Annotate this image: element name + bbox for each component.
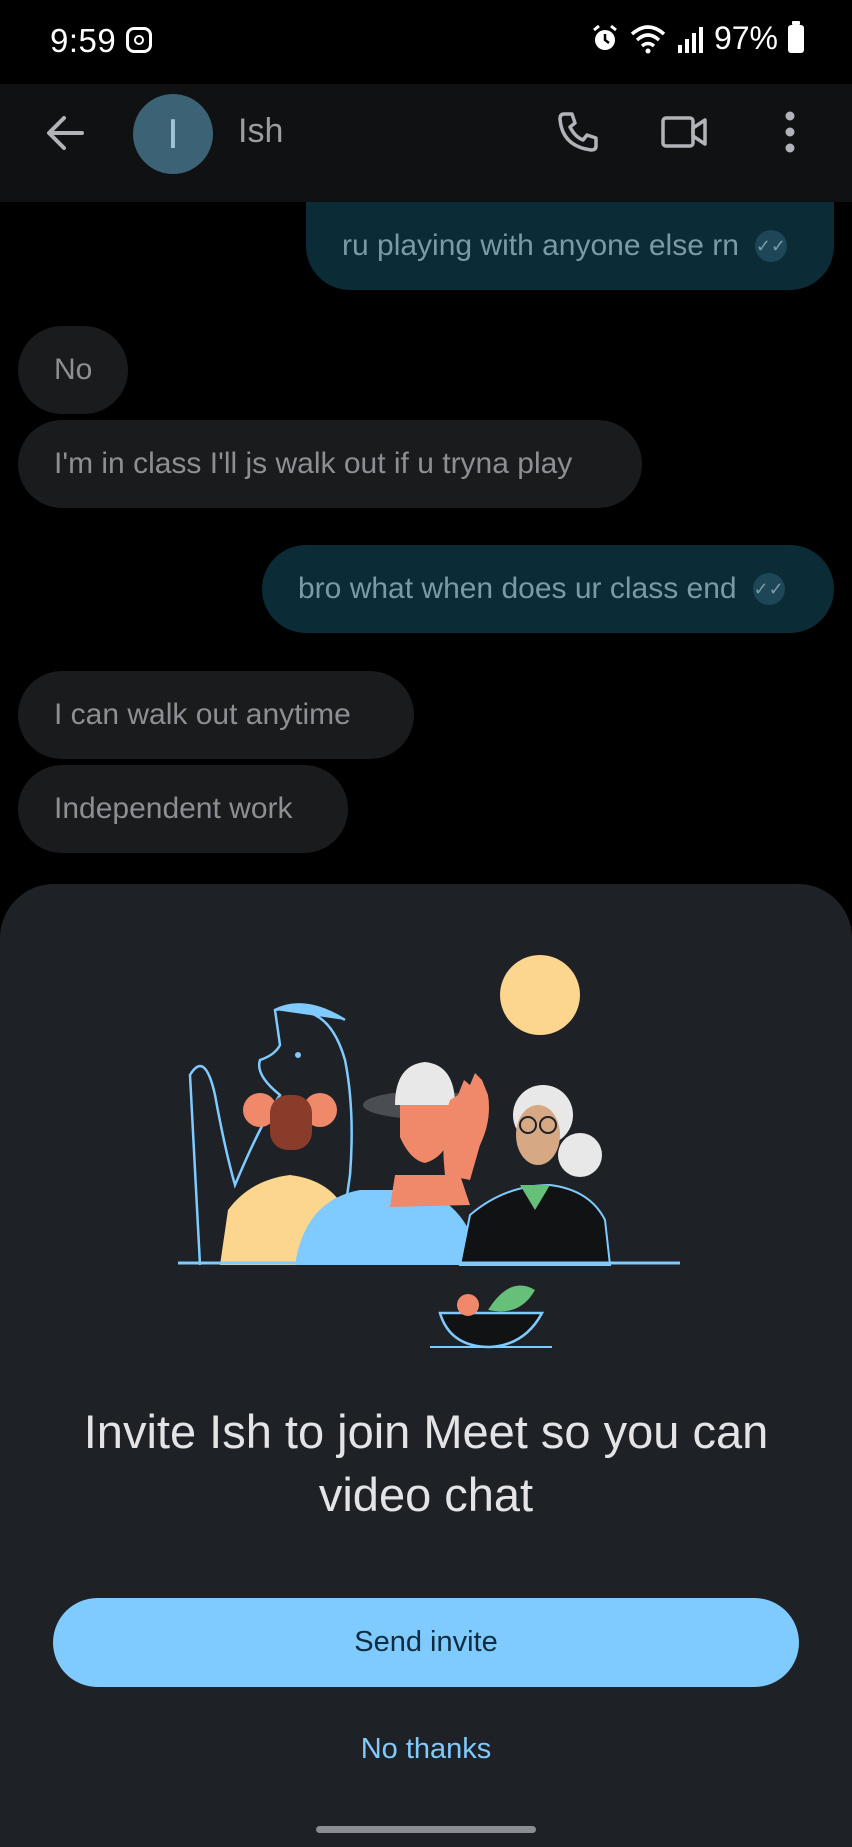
wifi-icon xyxy=(630,24,666,53)
message-text: bro what when does ur class end xyxy=(298,572,737,605)
message-text: Independent work xyxy=(54,792,293,825)
video-chat-illustration-icon xyxy=(178,955,680,1349)
message-text: No xyxy=(54,353,93,386)
battery-icon xyxy=(788,20,804,53)
gesture-nav-handle[interactable] xyxy=(316,1826,536,1833)
message-bubble-incoming[interactable]: I'm in class I'll js walk out if u tryna… xyxy=(18,420,642,508)
back-arrow-icon[interactable] xyxy=(42,110,88,156)
contact-name[interactable]: Ish xyxy=(238,112,283,151)
no-thanks-button[interactable]: No thanks xyxy=(300,1726,552,1772)
invite-headline: Invite Ish to join Meet so you can video… xyxy=(83,1405,769,1521)
instagram-icon xyxy=(126,27,152,53)
signal-icon xyxy=(677,26,703,53)
alarm-icon xyxy=(593,24,617,50)
read-check-icon: ✓✓ xyxy=(754,230,787,262)
message-bubble-incoming[interactable]: Independent work xyxy=(18,765,348,853)
message-text: I'm in class I'll js walk out if u tryna… xyxy=(54,447,573,480)
phone-icon[interactable] xyxy=(556,110,600,154)
more-vert-icon[interactable] xyxy=(778,110,802,154)
video-icon[interactable] xyxy=(660,110,708,154)
message-bubble-incoming[interactable]: I can walk out anytime xyxy=(18,671,414,759)
avatar[interactable]: I xyxy=(133,94,213,174)
message-text: ru playing with anyone else rn xyxy=(342,229,739,262)
message-bubble-outgoing[interactable]: ru playing with anyone else rn ✓✓ xyxy=(306,202,834,290)
message-bubble-outgoing[interactable]: bro what when does ur class end ✓✓ xyxy=(262,545,834,633)
conversation-toolbar xyxy=(0,84,852,202)
message-text: I can walk out anytime xyxy=(54,698,351,731)
message-bubble-incoming[interactable]: No xyxy=(18,326,128,414)
status-time: 9:59 xyxy=(50,22,117,59)
send-invite-button[interactable]: Send invite xyxy=(53,1598,799,1687)
read-check-icon: ✓✓ xyxy=(752,573,785,605)
status-icons: 97% xyxy=(590,20,804,57)
status-bar: 9:59 97% xyxy=(0,0,852,84)
avatar-initial: I xyxy=(167,110,179,157)
battery-percent: 97% xyxy=(713,20,778,56)
